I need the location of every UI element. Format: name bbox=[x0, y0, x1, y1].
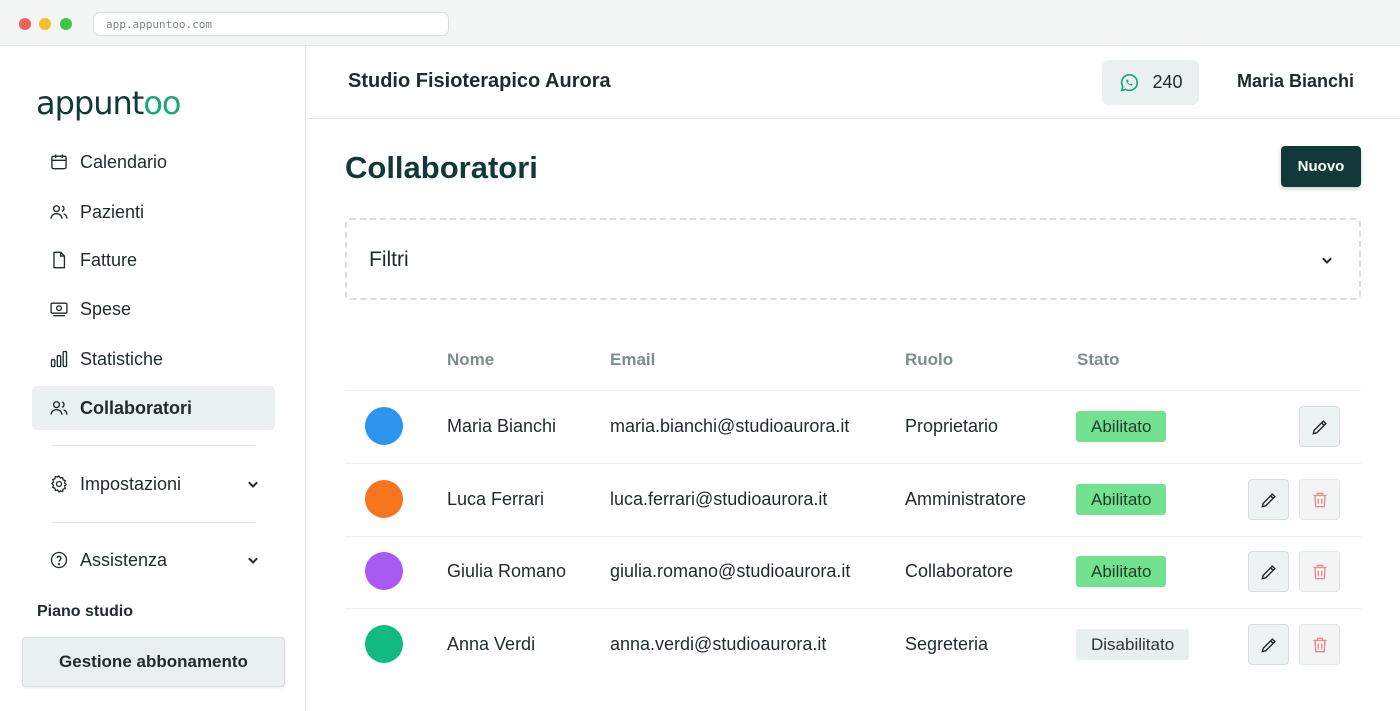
status-badge: Abilitato bbox=[1076, 484, 1167, 515]
document-icon bbox=[48, 249, 70, 271]
app-logo[interactable]: appuntoo bbox=[36, 84, 182, 122]
sidebar-item-label: Pazienti bbox=[80, 201, 145, 222]
browser-chrome: app.appuntoo.com bbox=[0, 0, 1400, 46]
address-bar[interactable]: app.appuntoo.com bbox=[93, 12, 449, 36]
sidebar-item-label: Calendario bbox=[80, 151, 168, 172]
top-bar: Studio Fisioterapico Aurora 240 Maria Bi… bbox=[307, 46, 1400, 119]
table-divider bbox=[345, 390, 1361, 391]
delete-button[interactable] bbox=[1299, 551, 1340, 592]
sidebar-item-label: Collaboratori bbox=[80, 397, 193, 418]
trash-icon bbox=[1312, 564, 1327, 579]
column-header-status[interactable]: Stato bbox=[1077, 350, 1120, 370]
row-name: Maria Bianchi bbox=[447, 416, 557, 436]
edit-button[interactable] bbox=[1248, 624, 1289, 665]
bar-chart-icon bbox=[48, 348, 70, 370]
pencil-icon bbox=[1260, 637, 1276, 653]
avatar bbox=[365, 480, 403, 518]
trash-icon bbox=[1312, 637, 1327, 652]
sidebar-divider bbox=[52, 522, 255, 523]
sidebar-item-label: Fatture bbox=[80, 249, 138, 270]
sidebar-divider bbox=[52, 445, 255, 446]
row-email: luca.ferrari@studioaurora.it bbox=[610, 489, 828, 509]
sidebar-item-label: Assistenza bbox=[80, 549, 168, 570]
sidebar-item-label: Statistiche bbox=[80, 348, 164, 369]
sidebar-item-impostazioni[interactable]: Impostazioni bbox=[32, 462, 275, 506]
status-badge: Disabilitato bbox=[1076, 629, 1190, 660]
calendar-icon bbox=[48, 151, 70, 173]
manage-subscription-button[interactable]: Gestione abbonamento bbox=[22, 637, 285, 687]
whatsapp-count: 240 bbox=[1152, 72, 1183, 92]
avatar bbox=[365, 407, 403, 445]
sidebar-item-pazienti[interactable]: Pazienti bbox=[32, 190, 275, 234]
sidebar-item-statistiche[interactable]: Statistiche bbox=[32, 337, 275, 381]
chevron-down-icon bbox=[248, 481, 258, 488]
page-title: Collaboratori bbox=[345, 150, 538, 185]
users-icon bbox=[48, 201, 70, 223]
gear-icon bbox=[48, 473, 70, 495]
users-icon bbox=[48, 397, 70, 419]
table-divider bbox=[345, 463, 1361, 464]
column-header-name[interactable]: Nome bbox=[447, 350, 494, 370]
status-badge: Abilitato bbox=[1076, 556, 1167, 587]
whatsapp-icon bbox=[1120, 73, 1139, 91]
delete-button[interactable] bbox=[1299, 624, 1340, 665]
window-minimize-button[interactable] bbox=[39, 18, 51, 30]
column-header-email[interactable]: Email bbox=[610, 350, 655, 370]
chevron-down-icon bbox=[1322, 257, 1332, 264]
row-role: Segreteria bbox=[905, 634, 989, 654]
row-name: Luca Ferrari bbox=[447, 489, 545, 509]
edit-button[interactable] bbox=[1248, 479, 1289, 520]
avatar bbox=[365, 552, 403, 590]
sidebar-item-label: Impostazioni bbox=[80, 473, 182, 494]
help-circle-icon bbox=[48, 549, 70, 571]
row-name: Giulia Romano bbox=[447, 561, 567, 581]
sidebar-item-fatture[interactable]: Fatture bbox=[32, 238, 275, 282]
plan-label: Piano studio bbox=[37, 603, 133, 620]
edit-button[interactable] bbox=[1248, 551, 1289, 592]
sidebar-item-calendario[interactable]: Calendario bbox=[32, 140, 275, 184]
sidebar-item-assistenza[interactable]: Assistenza bbox=[32, 538, 275, 582]
chevron-down-icon bbox=[248, 557, 258, 564]
sidebar-item-label: Spese bbox=[80, 298, 132, 319]
row-email: maria.bianchi@studioaurora.it bbox=[610, 416, 850, 436]
sidebar-item-collaboratori[interactable]: Collaboratori bbox=[32, 386, 275, 430]
sidebar-item-spese[interactable]: Spese bbox=[32, 287, 275, 331]
banknote-icon bbox=[48, 298, 70, 320]
status-badge: Abilitato bbox=[1076, 411, 1167, 442]
studio-name: Studio Fisioterapico Aurora bbox=[348, 70, 611, 92]
pencil-icon bbox=[1311, 419, 1327, 435]
trash-icon bbox=[1312, 492, 1327, 507]
row-role: Collaboratore bbox=[905, 561, 1014, 581]
whatsapp-credits-badge[interactable]: 240 bbox=[1102, 60, 1199, 105]
row-email: giulia.romano@studioaurora.it bbox=[610, 561, 851, 581]
delete-button[interactable] bbox=[1299, 479, 1340, 520]
table-divider bbox=[345, 608, 1361, 609]
row-name: Anna Verdi bbox=[447, 634, 536, 654]
table-divider bbox=[345, 536, 1361, 537]
window-maximize-button[interactable] bbox=[60, 18, 72, 30]
row-email: anna.verdi@studioaurora.it bbox=[610, 634, 827, 654]
row-role: Amministratore bbox=[905, 489, 1027, 509]
pencil-icon bbox=[1260, 564, 1276, 580]
avatar bbox=[365, 625, 403, 663]
filters-label: Filtri bbox=[369, 248, 409, 271]
column-header-role[interactable]: Ruolo bbox=[905, 350, 953, 370]
row-role: Proprietario bbox=[905, 416, 999, 436]
user-menu[interactable]: Maria Bianchi bbox=[1237, 71, 1354, 92]
sidebar: appuntoo Calendario Pazienti Fatture Spe… bbox=[0, 46, 306, 711]
filters-panel[interactable]: Filtri bbox=[345, 218, 1361, 300]
new-collaborator-button[interactable]: Nuovo bbox=[1281, 146, 1361, 187]
window-close-button[interactable] bbox=[19, 18, 31, 30]
edit-button[interactable] bbox=[1299, 406, 1340, 447]
pencil-icon bbox=[1260, 492, 1276, 508]
